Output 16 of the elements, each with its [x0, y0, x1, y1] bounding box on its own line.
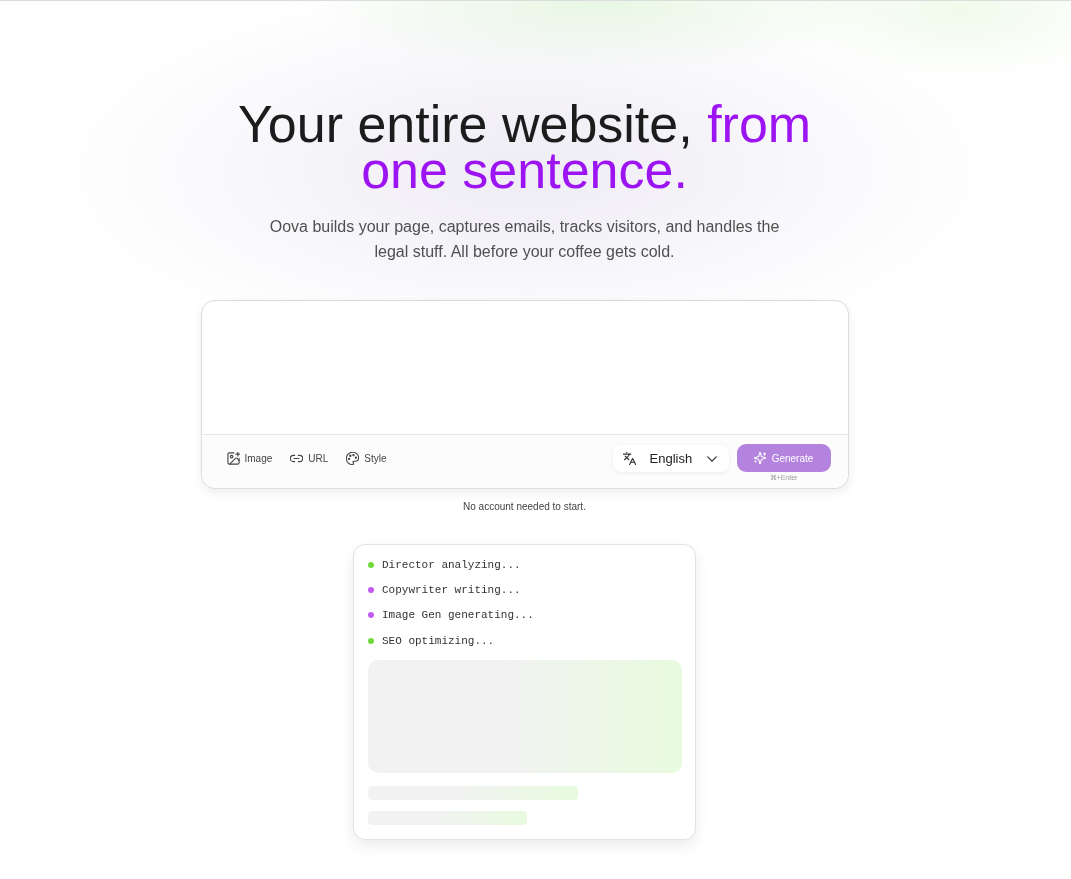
- agent-status: Director analyzing...: [382, 558, 521, 571]
- subtitle: Oova builds your page, captures emails, tracks visitors, and handles the legal stuff. All before your coffee gets cold.: [268, 217, 781, 262]
- translate-icon: [622, 452, 636, 465]
- no-account-note: No account needed to start.: [463, 500, 586, 514]
- add-image-button[interactable]: Image: [226, 451, 273, 465]
- headline: Your entire website, from one sentence.: [236, 101, 813, 193]
- agent-status: SEO optimizing...: [382, 634, 495, 647]
- palette-icon: [346, 451, 360, 465]
- chevron-down-icon: [706, 453, 717, 464]
- url-button[interactable]: URL: [290, 451, 329, 465]
- sparkle-icon: [753, 452, 766, 464]
- agent-status: Copywriter writing...: [382, 583, 521, 596]
- style-button[interactable]: Style: [346, 451, 387, 465]
- language-select[interactable]: English: [612, 445, 729, 472]
- image-plus-icon: [226, 451, 240, 465]
- agent-status: Image Gen generating...: [382, 609, 534, 622]
